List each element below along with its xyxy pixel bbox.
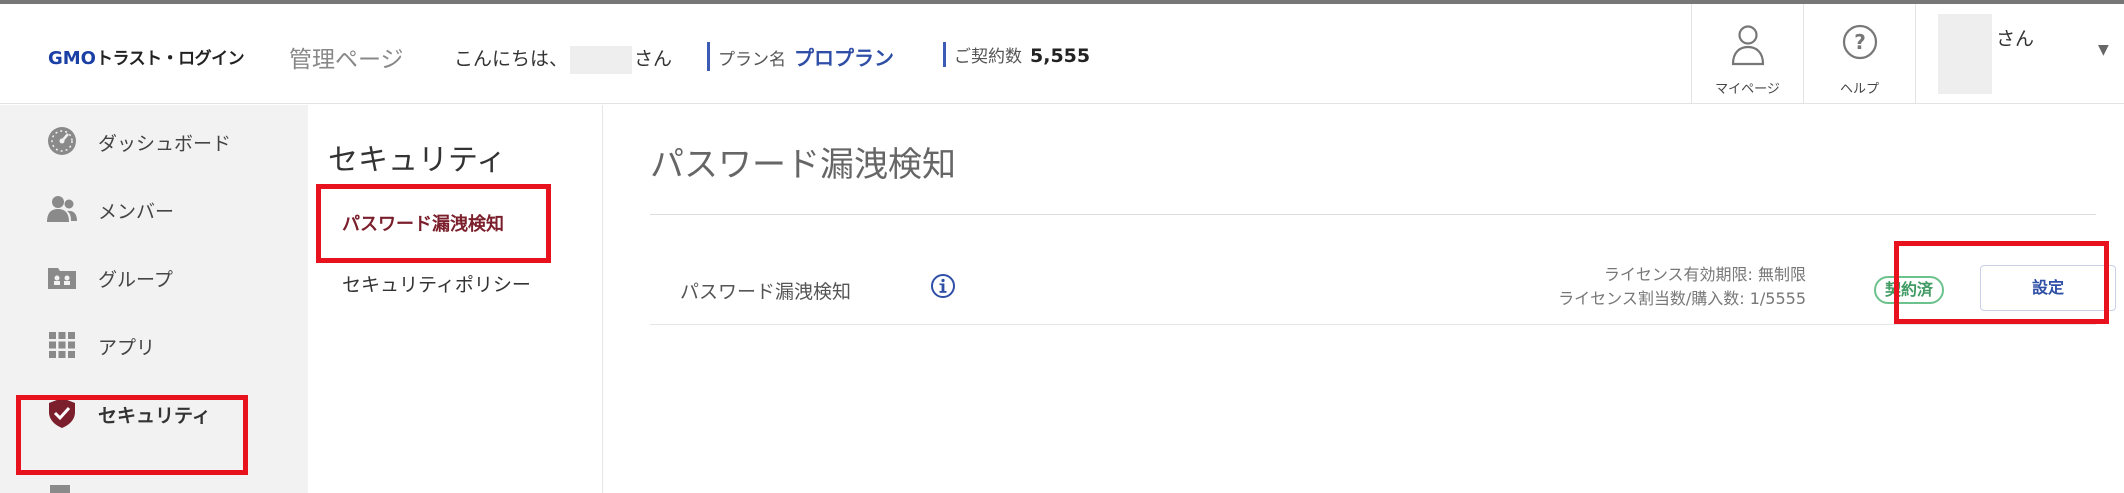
svg-text:?: ?	[1854, 30, 1866, 54]
sidebar-item-label: グループ	[98, 269, 173, 291]
plan-value: プロプラン	[794, 46, 894, 70]
dashboard-icon	[48, 127, 76, 155]
license-info: ライセンス有効期限: 無制限 ライセンス割当数/購入数: 1/5555	[1558, 263, 1806, 311]
redacted-user-name	[1938, 14, 1992, 94]
user-menu[interactable]: さん ▼	[1915, 4, 2124, 104]
chevron-down-icon: ▼	[2098, 42, 2109, 58]
feature-row: パスワード漏洩検知 ライセンス有効期限: 無制限 ライセンス割当数/購入数: 1…	[650, 255, 2116, 325]
security-subnav: セキュリティ パスワード漏洩検知 セキュリティポリシー	[308, 105, 603, 493]
license-expiry: ライセンス有効期限: 無制限	[1603, 265, 1806, 284]
feature-name: パスワード漏洩検知	[680, 281, 852, 303]
document-icon	[50, 485, 70, 493]
help-button[interactable]: ? ヘルプ	[1803, 4, 1915, 104]
contract-count: ご契約数 5,555	[943, 42, 1090, 67]
license-count: ライセンス割当数/購入数: 1/5555	[1558, 289, 1806, 308]
subnav-title: セキュリティ	[328, 143, 507, 178]
greeting: こんにちは、 さん	[454, 44, 672, 74]
sidebar-item-label: メンバー	[98, 201, 175, 223]
contract-value: 5,555	[1030, 45, 1091, 67]
highlight-box-password-leak-nav	[316, 184, 551, 263]
sidebar-item-label: ダッシュボード	[98, 133, 232, 155]
divider	[650, 214, 2096, 215]
apps-grid-icon	[49, 332, 75, 358]
highlight-box-settings-button	[1894, 241, 2109, 324]
plan-info: プラン名 プロプラン	[707, 42, 894, 71]
sidebar-item-members[interactable]: メンバー	[0, 179, 308, 239]
sidebar-item-dashboard[interactable]: ダッシュボード	[0, 111, 308, 171]
page-title: パスワード漏洩検知	[650, 145, 956, 185]
info-icon[interactable]	[930, 273, 956, 299]
members-icon	[47, 196, 77, 222]
sidebar-item-label: アプリ	[98, 337, 156, 359]
group-icon	[48, 268, 76, 289]
sidebar-item-groups[interactable]: グループ	[0, 247, 308, 307]
mypage-button[interactable]: マイページ	[1691, 4, 1803, 104]
sidebar-item-apps[interactable]: アプリ	[0, 315, 308, 375]
redacted-username	[570, 45, 633, 74]
help-icon: ?	[1842, 24, 1878, 60]
subnav-item-security-policy[interactable]: セキュリティポリシー	[342, 270, 531, 297]
user-icon	[1731, 25, 1765, 66]
logo[interactable]: GMOトラスト・ログイン	[48, 44, 245, 69]
header: GMOトラスト・ログイン 管理ページ こんにちは、 さん プラン名 プロプラン ご契…	[0, 4, 2124, 104]
admin-page-label: 管理ページ	[289, 47, 404, 73]
highlight-box-security-nav	[16, 395, 248, 475]
